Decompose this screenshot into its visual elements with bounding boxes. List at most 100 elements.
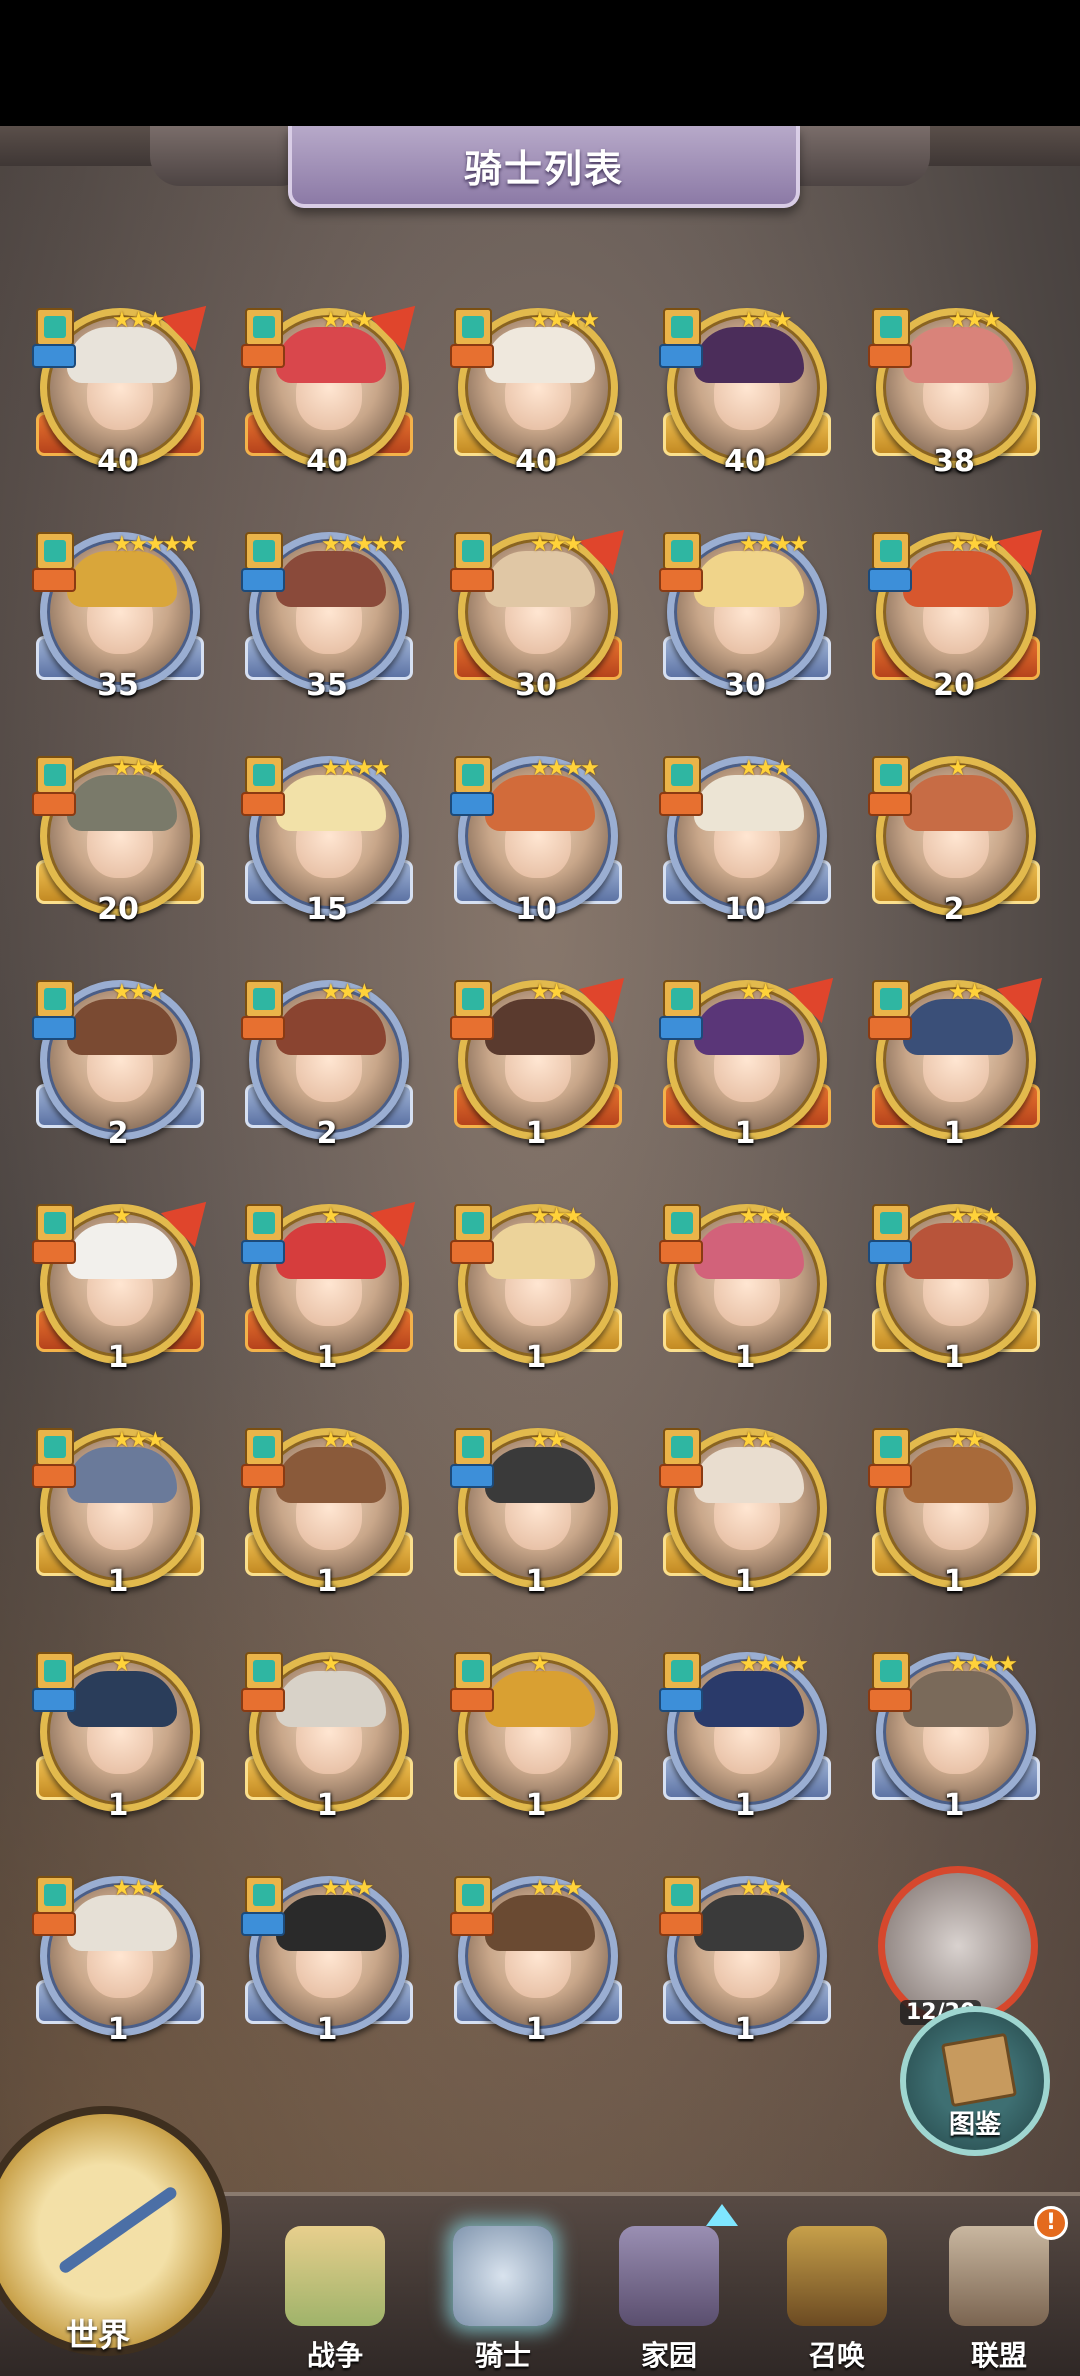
knight-hair bbox=[694, 999, 804, 1055]
role-badge-icon bbox=[868, 568, 912, 592]
nav-home[interactable]: 家园 bbox=[594, 2226, 744, 2376]
knight-card[interactable]: ★★★ 2 bbox=[28, 958, 208, 1158]
star-rating: ★★★ bbox=[321, 1876, 374, 1901]
knight-card[interactable]: ★★★ 40 bbox=[655, 286, 835, 486]
star-rating: ★★ bbox=[739, 1428, 775, 1453]
nav-alliance[interactable]: 联盟 bbox=[924, 2226, 1074, 2376]
knight-card[interactable]: ★★★★ 10 bbox=[446, 734, 626, 934]
class-symbol-icon bbox=[253, 988, 275, 1010]
knight-card[interactable]: ★★ 1 bbox=[655, 958, 851, 1158]
knight-card[interactable]: ★★★ 1 bbox=[446, 1182, 626, 1382]
knight-card[interactable]: ★★★ 1 bbox=[28, 1854, 208, 2054]
knight-card[interactable]: ★★★ 30 bbox=[446, 510, 642, 710]
knight-card[interactable]: ★★★ 1 bbox=[864, 1182, 1044, 1382]
knight-card[interactable]: ★★★ 20 bbox=[28, 734, 208, 934]
nav-summon[interactable]: 召唤 bbox=[762, 2226, 912, 2376]
knight-level: 40 bbox=[97, 444, 139, 479]
knight-level: 10 bbox=[724, 892, 766, 927]
star-rating: ★★ bbox=[530, 1428, 566, 1453]
knight-hair bbox=[694, 1223, 804, 1279]
knight-card[interactable]: ★★ 1 bbox=[864, 958, 1060, 1158]
knight-hair bbox=[694, 1447, 804, 1503]
knight-card[interactable]: ★ 2 bbox=[864, 734, 1044, 934]
class-symbol-icon bbox=[44, 316, 66, 338]
knight-level: 1 bbox=[943, 1788, 965, 1823]
knight-card[interactable]: ★★★ 1 bbox=[655, 1854, 835, 2054]
star-rating: ★★★ bbox=[112, 980, 165, 1005]
role-badge-icon bbox=[659, 1240, 703, 1264]
nav-war[interactable]: 战争 bbox=[260, 2226, 410, 2376]
class-symbol-icon bbox=[462, 316, 484, 338]
role-badge-icon bbox=[450, 1688, 494, 1712]
knight-card[interactable]: ★★★ 10 bbox=[655, 734, 835, 934]
knight-card[interactable]: ★★★★★ 35 bbox=[237, 510, 417, 710]
knight-level: 15 bbox=[306, 892, 348, 927]
role-badge-icon bbox=[659, 1912, 703, 1936]
role-badge-icon bbox=[868, 1688, 912, 1712]
knight-card[interactable]: ★★★ 20 bbox=[864, 510, 1060, 710]
game-screen: 骑士列表 ★★★ 40 ★★★ 40 ★★★★ 40 ★★★ 40 ★★★ 38 ★★★★★ 35 ★★… bbox=[0, 126, 1080, 2376]
role-badge-icon bbox=[241, 1240, 285, 1264]
knight-card[interactable]: ★★ 1 bbox=[237, 1406, 417, 1606]
knight-card[interactable]: ★ 1 bbox=[237, 1630, 417, 1830]
knight-card[interactable]: ★★★ 40 bbox=[237, 286, 433, 486]
class-symbol-icon bbox=[462, 1212, 484, 1234]
role-badge-icon bbox=[868, 1240, 912, 1264]
nav-knight-label: 骑士 bbox=[474, 2339, 531, 2372]
knight-card[interactable]: ★★ 1 bbox=[446, 1406, 626, 1606]
role-badge-icon bbox=[450, 1464, 494, 1488]
knight-card[interactable]: ★★★ 1 bbox=[655, 1182, 835, 1382]
title-banner: 骑士列表 bbox=[288, 126, 800, 208]
class-badge-icon bbox=[872, 1204, 910, 1242]
knight-card[interactable]: ★★★★ 30 bbox=[655, 510, 835, 710]
class-symbol-icon bbox=[253, 316, 275, 338]
class-badge-icon bbox=[872, 980, 910, 1018]
star-rating: ★★★ bbox=[948, 532, 1001, 557]
knight-card[interactable]: ★★★ 2 bbox=[237, 958, 417, 1158]
knight-card[interactable]: ★★★★ 1 bbox=[655, 1630, 835, 1830]
role-badge-icon bbox=[659, 1016, 703, 1040]
knight-card[interactable]: ★★★★ 40 bbox=[446, 286, 626, 486]
knight-card[interactable]: ★★★ 1 bbox=[28, 1406, 208, 1606]
knight-card[interactable]: ★ 1 bbox=[237, 1182, 433, 1382]
knight-card[interactable]: ★★★★ 1 bbox=[864, 1630, 1044, 1830]
star-rating: ★★★ bbox=[321, 308, 374, 333]
class-badge-icon bbox=[245, 1876, 283, 1914]
house-icon bbox=[619, 2226, 719, 2326]
knight-card[interactable]: ★★★★★ 35 bbox=[28, 510, 208, 710]
title-ornament-left bbox=[150, 126, 310, 186]
star-rating: ★★★ bbox=[112, 1876, 165, 1901]
knight-card[interactable]: ★ 1 bbox=[28, 1630, 208, 1830]
knight-card[interactable]: ★★★ 38 bbox=[864, 286, 1044, 486]
knight-card[interactable]: ★ 1 bbox=[28, 1182, 224, 1382]
class-symbol-icon bbox=[880, 988, 902, 1010]
knight-hair bbox=[276, 999, 386, 1055]
star-rating: ★ bbox=[112, 1204, 132, 1229]
knight-card[interactable]: ★★★ 1 bbox=[446, 1854, 626, 2054]
star-rating: ★★★ bbox=[112, 756, 165, 781]
star-rating: ★★ bbox=[321, 1428, 357, 1453]
knight-hair bbox=[903, 999, 1013, 1055]
class-symbol-icon bbox=[880, 1212, 902, 1234]
compendium-button[interactable]: 图鉴 bbox=[900, 2006, 1050, 2156]
role-badge-icon bbox=[868, 344, 912, 368]
knight-card[interactable]: ★★ 1 bbox=[864, 1406, 1044, 1606]
star-rating: ★★ bbox=[948, 1428, 984, 1453]
class-badge-icon bbox=[872, 1428, 910, 1466]
knight-hair bbox=[903, 1671, 1013, 1727]
knight-card[interactable]: ★★★ 40 bbox=[28, 286, 224, 486]
knight-card[interactable]: ★★★ 1 bbox=[237, 1854, 417, 2054]
knight-card[interactable]: ★ 1 bbox=[446, 1630, 626, 1830]
class-badge-icon bbox=[245, 308, 283, 346]
star-rating: ★★ bbox=[530, 980, 566, 1005]
nav-knight[interactable]: 骑士 bbox=[428, 2226, 578, 2376]
star-rating: ★★★ bbox=[739, 1204, 792, 1229]
knight-card[interactable]: ★★ 1 bbox=[446, 958, 642, 1158]
role-badge-icon bbox=[32, 344, 76, 368]
knight-level: 1 bbox=[525, 1564, 547, 1599]
knight-card[interactable]: ★★ 1 bbox=[655, 1406, 835, 1606]
knight-card[interactable]: ★★★★ 15 bbox=[237, 734, 417, 934]
knight-level: 2 bbox=[316, 1116, 338, 1151]
map-icon bbox=[285, 2226, 385, 2326]
role-badge-icon bbox=[32, 792, 76, 816]
